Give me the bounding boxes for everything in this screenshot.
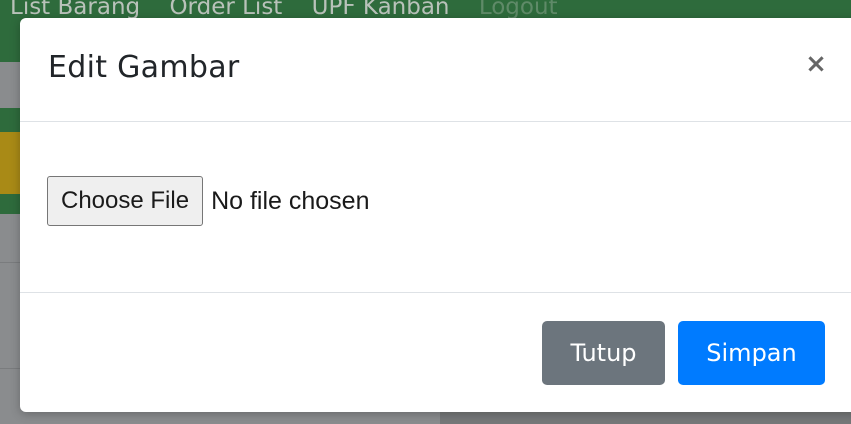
modal-footer: Tutup Simpan [20,293,851,412]
file-input[interactable]: Choose File No file chosen [47,176,370,226]
close-icon[interactable]: × [802,48,830,80]
edit-image-modal: Edit Gambar × Choose File No file chosen… [20,18,851,412]
background-divider [0,262,22,263]
nav-link-logout: Logout [478,0,558,20]
file-status-text: No file chosen [211,186,370,215]
choose-file-button[interactable]: Choose File [47,176,204,226]
nav-link-upf-kanban: UPF Kanban [311,0,450,20]
modal-body: Choose File No file chosen [20,122,851,293]
modal-title: Edit Gambar [48,50,240,85]
close-button[interactable]: Tutup [542,321,665,385]
background-divider [0,368,22,369]
background-nav-links: List Barang Order List UPF Kanban Logout [10,0,580,20]
nav-link-order-list: Order List [169,0,283,20]
modal-header: Edit Gambar × [20,18,851,122]
save-button[interactable]: Simpan [678,321,825,385]
nav-link-list-barang: List Barang [10,0,141,20]
